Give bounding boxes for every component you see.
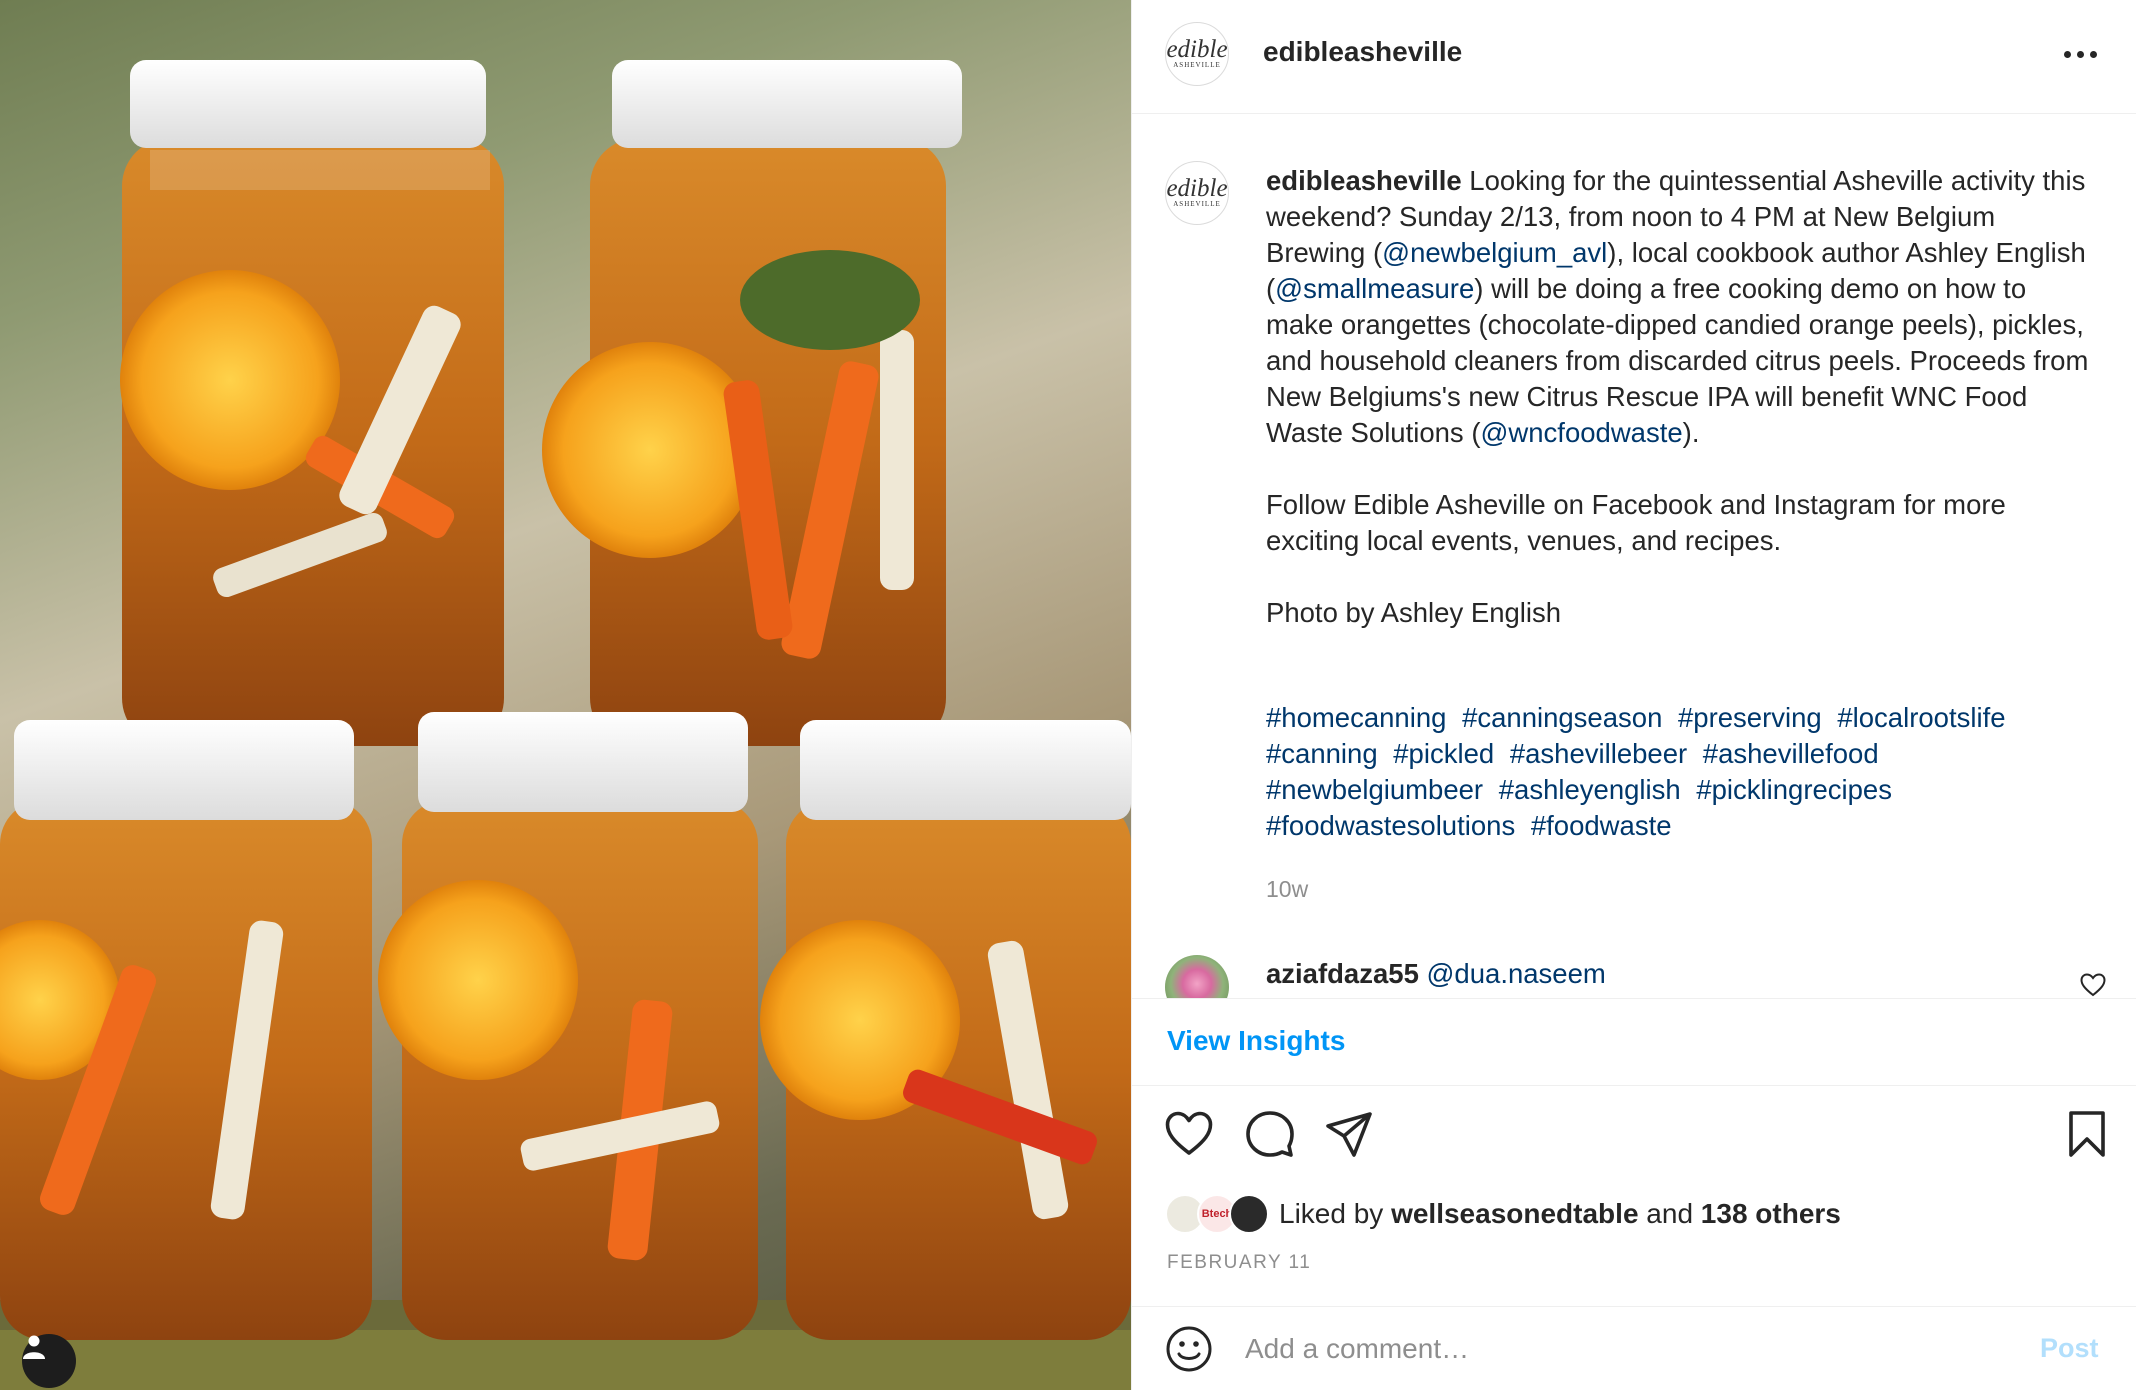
hashtag-link[interactable]: #newbelgiumbeer — [1266, 774, 1483, 805]
insights-bar: View Insights — [1132, 998, 2136, 1086]
tagged-user-button[interactable] — [22, 1334, 76, 1388]
post-comment-button[interactable]: Post — [2040, 1333, 2099, 1364]
jar-top-left — [120, 60, 504, 746]
hashtag-link[interactable]: #ashevillebeer — [1510, 738, 1687, 769]
add-comment-bar: Post — [1132, 1306, 2136, 1390]
avatar-logo-word: edible — [1166, 174, 1228, 202]
more-horizontal-icon — [2063, 50, 2071, 58]
post-photo[interactable] — [0, 0, 1131, 1390]
hashtag-link[interactable]: #picklingrecipes — [1696, 774, 1892, 805]
commenter-avatar[interactable] — [1165, 955, 1229, 998]
post-age[interactable]: 10w — [1266, 876, 1308, 903]
bookmark-icon[interactable] — [2062, 1109, 2112, 1159]
hashtag-list: #homecanning #canningseason #preserving … — [1266, 700, 2096, 844]
hashtag-link[interactable]: #pickled — [1393, 738, 1494, 769]
liker-avatar[interactable] — [1229, 1194, 1269, 1234]
mention-link[interactable]: @dua.naseem — [1427, 958, 1606, 989]
hashtag-link[interactable]: #canning — [1266, 738, 1378, 769]
jar-bottom-middle — [378, 712, 758, 1340]
more-dot — [2076, 50, 2084, 58]
commenter-username[interactable]: aziafdaza55 — [1266, 958, 1419, 989]
avatar-logo-word: edible — [1166, 35, 1228, 63]
likes-and: and — [1638, 1198, 1701, 1229]
comment-item: aziafdaza55 @dua.naseem — [1266, 956, 1606, 992]
post-detail-panel: edible ASHEVILLE edibleasheville edible … — [1131, 0, 2136, 1390]
avatar-logo-subword: ASHEVILLE — [1173, 60, 1221, 69]
caption-text: ). Follow Edible Asheville on Facebook a… — [1266, 417, 2006, 628]
heart-outline-icon[interactable] — [2080, 973, 2106, 997]
header-username[interactable]: edibleasheville — [1263, 36, 1462, 68]
post-actions — [1132, 1087, 2136, 1177]
profile-avatar[interactable]: edible ASHEVILLE — [1165, 22, 1229, 86]
comments-scroll-area[interactable]: edible ASHEVILLE edibleasheville Looking… — [1132, 115, 2136, 998]
hashtag-link[interactable]: #preserving — [1678, 702, 1822, 733]
post-header: edible ASHEVILLE edibleasheville — [1132, 0, 2136, 114]
hashtag-link[interactable]: #localrootslife — [1837, 702, 2005, 733]
hashtag-link[interactable]: #homecanning — [1266, 702, 1446, 733]
mention-link[interactable]: @newbelgium_avl — [1382, 237, 1607, 268]
comment-bubble-icon[interactable] — [1245, 1109, 1295, 1159]
view-insights-link[interactable]: View Insights — [1167, 1025, 1345, 1057]
likes-text: Liked by wellseasonedtable and 138 other… — [1279, 1198, 1841, 1230]
heart-icon[interactable] — [1164, 1109, 1214, 1159]
mention-link[interactable]: @smallmeasure — [1275, 273, 1474, 304]
comment-input[interactable] — [1245, 1327, 1985, 1371]
caption-username[interactable]: edibleasheville — [1266, 165, 1462, 196]
likes-prefix: Liked by — [1279, 1198, 1392, 1229]
post-caption: edibleasheville Looking for the quintess… — [1266, 163, 2096, 631]
hashtag-link[interactable]: #foodwaste — [1531, 810, 1672, 841]
avatar-logo-subword: ASHEVILLE — [1173, 199, 1221, 208]
hashtag-link[interactable]: #ashevillefood — [1703, 738, 1879, 769]
hashtag-link[interactable]: #foodwastesolutions — [1266, 810, 1515, 841]
pickle-jars-photo — [0, 60, 1131, 1390]
smiley-icon[interactable] — [1165, 1325, 1213, 1373]
caption-avatar[interactable]: edible ASHEVILLE — [1165, 161, 1229, 225]
likes-others-link[interactable]: 138 others — [1701, 1198, 1841, 1229]
likes-summary: Btech Liked by wellseasonedtable and 138… — [1165, 1192, 1841, 1236]
person-icon — [23, 1335, 45, 1359]
jar-bottom-right — [760, 720, 1131, 1340]
hashtag-link[interactable]: #ashleyenglish — [1499, 774, 1681, 805]
mention-link[interactable]: @wncfoodwaste — [1480, 417, 1682, 448]
jar-bottom-left — [0, 720, 372, 1340]
more-dot — [2089, 50, 2097, 58]
paper-plane-icon[interactable] — [1324, 1109, 1374, 1159]
hashtag-link[interactable]: #canningseason — [1462, 702, 1662, 733]
jar-top-right — [542, 60, 962, 746]
liker-username[interactable]: wellseasonedtable — [1391, 1198, 1638, 1229]
post-date[interactable]: FEBRUARY 11 — [1167, 1252, 1311, 1274]
more-options-button[interactable] — [2056, 40, 2104, 68]
